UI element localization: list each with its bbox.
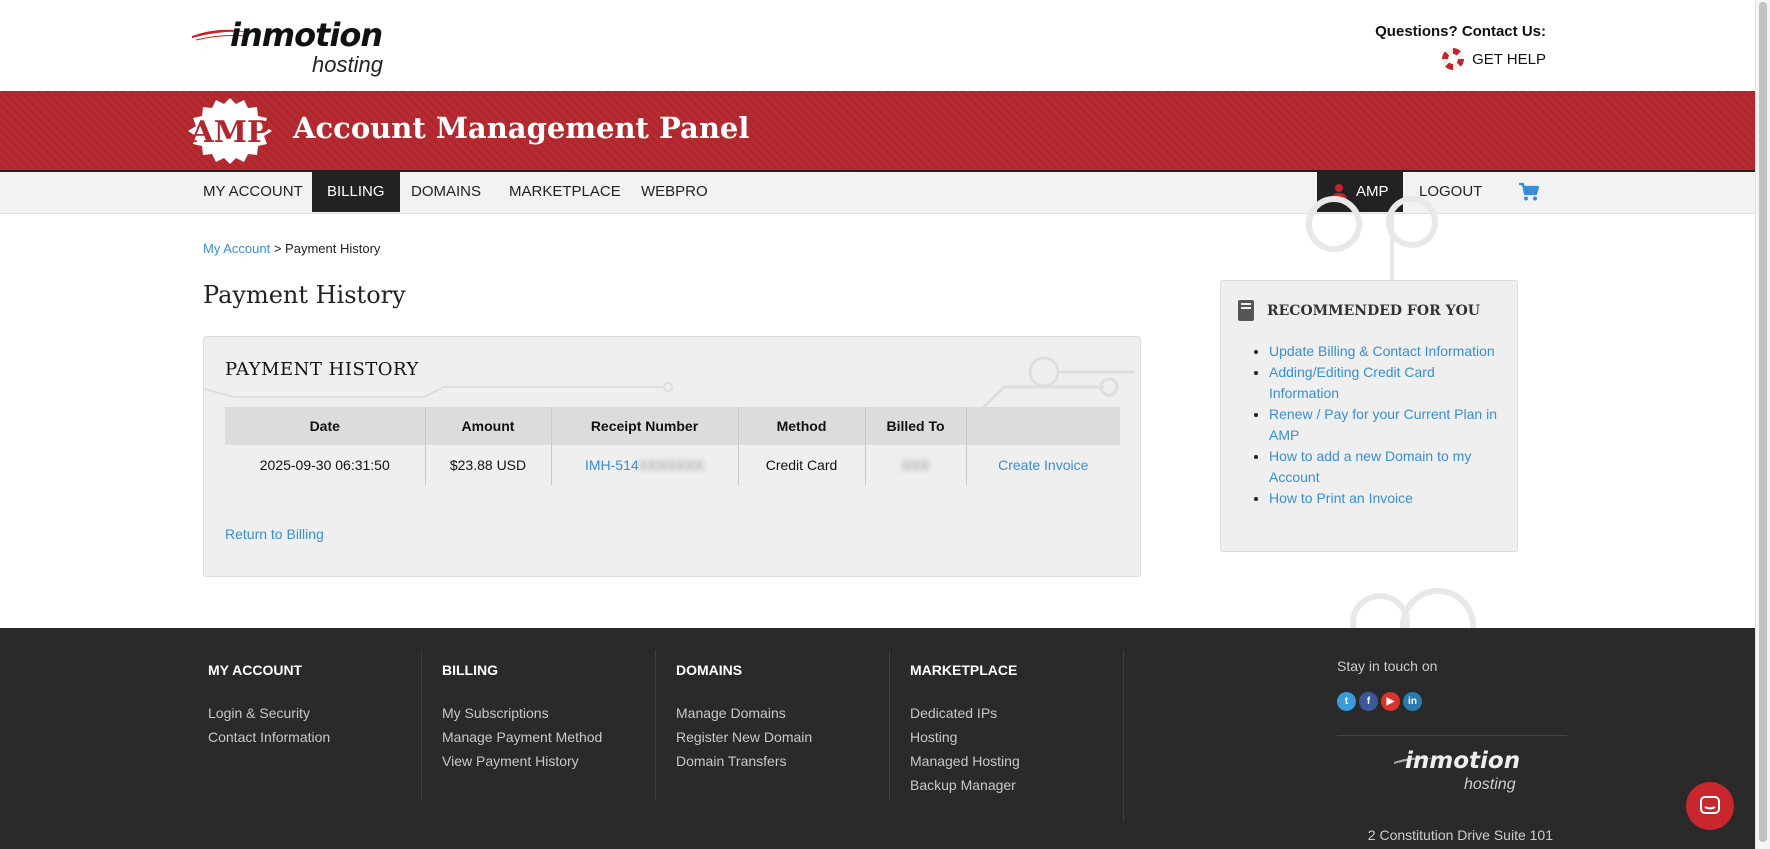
recommended-box: RECOMMENDED FOR YOU Update Billing & Con…: [1220, 280, 1518, 552]
row-billed-to: XXX: [865, 445, 967, 485]
footer-link[interactable]: Hosting: [910, 725, 1123, 749]
rec-link-renew[interactable]: Renew / Pay for your Current Plan in AMP: [1269, 406, 1497, 443]
footer-col-billing: BILLING My Subscriptions Manage Payment …: [442, 650, 656, 800]
footer-col-title: DOMAINS: [676, 662, 743, 678]
row-amount: $23.88 USD: [425, 445, 552, 485]
logo-brand-text: inmotion: [230, 16, 383, 54]
page-scrollbar[interactable]: [1755, 0, 1770, 849]
return-to-billing-link[interactable]: Return to Billing: [225, 526, 324, 542]
col-billed-to: Billed To: [865, 407, 967, 445]
create-invoice-link[interactable]: Create Invoice: [998, 457, 1088, 473]
panel-title: PAYMENT HISTORY: [225, 359, 419, 380]
contact-question: Questions? Contact Us:: [1375, 23, 1546, 40]
rec-link-print-invoice[interactable]: How to Print an Invoice: [1269, 490, 1413, 506]
footer-col-domains: DOMAINS Manage Domains Register New Doma…: [676, 650, 890, 800]
recommended-list: Update Billing & Contact Information Add…: [1251, 341, 1506, 509]
rec-link-credit-card[interactable]: Adding/Editing Credit Card Information: [1269, 364, 1435, 401]
list-item: How to add a new Domain to my Account: [1269, 446, 1506, 488]
page-title: Payment History: [203, 281, 406, 309]
footer-col-title: BILLING: [442, 662, 498, 678]
footer-col-my-account: MY ACCOUNT Login & Security Contact Info…: [208, 650, 422, 800]
row-method: Credit Card: [738, 445, 866, 485]
amp-banner: AMP Account Management Panel: [0, 91, 1755, 172]
lifebuoy-icon: [1442, 48, 1465, 70]
receipt-link[interactable]: IMH-514: [585, 457, 639, 473]
footer-inmotion-logo[interactable]: inmotion hosting: [1337, 735, 1567, 815]
payment-history-table: Date Amount Receipt Number Method Billed…: [225, 407, 1120, 485]
payment-history-panel: PAYMENT HISTORY Date Amount Receipt Numb…: [203, 336, 1141, 577]
col-action: [966, 407, 1120, 445]
breadcrumb-my-account[interactable]: My Account: [203, 241, 270, 256]
inmotion-logo[interactable]: inmotion hosting: [190, 14, 410, 77]
footer-address: 2 Constitution Drive Suite 101: [1367, 827, 1553, 843]
footer-logo-sub: hosting: [1464, 776, 1516, 793]
list-item: Renew / Pay for your Current Plan in AMP: [1269, 404, 1506, 446]
main-nav: MY ACCOUNT BILLING DOMAINS MARKETPLACE W…: [0, 172, 1755, 214]
list-item: Update Billing & Contact Information: [1269, 341, 1506, 362]
get-help-link[interactable]: GET HELP: [1375, 48, 1546, 70]
breadcrumb-separator: >: [273, 241, 282, 256]
footer-link[interactable]: Contact Information: [208, 725, 421, 749]
social-icons: t f ▶ in: [1337, 692, 1422, 711]
facebook-icon[interactable]: f: [1359, 692, 1378, 711]
receipt-redacted: XXXXXXX: [638, 457, 705, 473]
youtube-icon[interactable]: ▶: [1381, 692, 1400, 711]
footer-link[interactable]: View Payment History: [442, 749, 655, 773]
cart-icon[interactable]: [1518, 182, 1540, 202]
col-amount: Amount: [425, 407, 552, 445]
footer-link[interactable]: Login & Security: [208, 701, 421, 725]
col-date: Date: [225, 407, 426, 445]
breadcrumb-current: Payment History: [285, 241, 381, 256]
footer-logo-brand: inmotion: [1405, 748, 1521, 774]
footer-link[interactable]: Dedicated IPs: [910, 701, 1123, 725]
footer-link[interactable]: Domain Transfers: [676, 749, 889, 773]
linkedin-icon[interactable]: in: [1403, 692, 1422, 711]
chat-icon: [1700, 796, 1720, 814]
nav-marketplace[interactable]: MARKETPLACE: [494, 172, 636, 212]
nav-domains[interactable]: DOMAINS: [396, 172, 496, 212]
col-receipt-number: Receipt Number: [551, 407, 739, 445]
recommended-title: RECOMMENDED FOR YOU: [1267, 303, 1480, 319]
footer-link[interactable]: Manage Payment Method: [442, 725, 655, 749]
top-header: inmotion hosting Questions? Contact Us: …: [0, 0, 1755, 91]
stay-in-touch-label: Stay in touch on: [1337, 658, 1438, 674]
table-header-row: Date Amount Receipt Number Method Billed…: [225, 407, 1120, 445]
table-row: 2025-09-30 06:31:50 $23.88 USD IMH-514XX…: [225, 445, 1120, 485]
footer-col-title: MARKETPLACE: [910, 662, 1018, 678]
logo-sub-text: hosting: [312, 52, 383, 77]
scrollbar-thumb[interactable]: [1759, 2, 1767, 842]
nav-my-account[interactable]: MY ACCOUNT: [188, 172, 318, 212]
banner-title: Account Management Panel: [293, 111, 750, 145]
amp-badge-text: AMP: [189, 115, 269, 150]
amp-badge-icon: AMP: [188, 98, 272, 164]
nav-amp-label: AMP: [1356, 183, 1389, 200]
footer-link[interactable]: Backup Manager: [910, 773, 1123, 797]
footer: MY ACCOUNT Login & Security Contact Info…: [0, 628, 1755, 849]
nav-billing[interactable]: BILLING: [312, 172, 400, 212]
footer-link[interactable]: Register New Domain: [676, 725, 889, 749]
footer-col-title: MY ACCOUNT: [208, 662, 303, 678]
get-help-label: GET HELP: [1472, 50, 1546, 68]
contact-block: Questions? Contact Us: GET HELP: [1375, 23, 1546, 70]
chat-button[interactable]: [1686, 782, 1734, 830]
rec-link-add-domain[interactable]: How to add a new Domain to my Account: [1269, 448, 1471, 485]
row-receipt-number[interactable]: IMH-514XXXXXXX: [551, 445, 739, 485]
nav-webpro[interactable]: WEBPRO: [626, 172, 723, 212]
list-item: Adding/Editing Credit Card Information: [1269, 362, 1506, 404]
footer-col-marketplace: MARKETPLACE Dedicated IPs Hosting Manage…: [910, 650, 1124, 822]
book-icon: [1238, 300, 1254, 321]
footer-link[interactable]: Managed Hosting: [910, 749, 1123, 773]
breadcrumb: My Account > Payment History: [203, 241, 380, 256]
col-method: Method: [738, 407, 866, 445]
row-action: Create Invoice: [966, 445, 1120, 485]
rec-link-update-billing[interactable]: Update Billing & Contact Information: [1269, 343, 1495, 359]
row-date: 2025-09-30 06:31:50: [225, 445, 426, 485]
footer-link[interactable]: My Subscriptions: [442, 701, 655, 725]
footer-link[interactable]: Manage Domains: [676, 701, 889, 725]
list-item: How to Print an Invoice: [1269, 488, 1506, 509]
twitter-icon[interactable]: t: [1337, 692, 1356, 711]
billed-to-redacted: XXX: [901, 457, 930, 473]
